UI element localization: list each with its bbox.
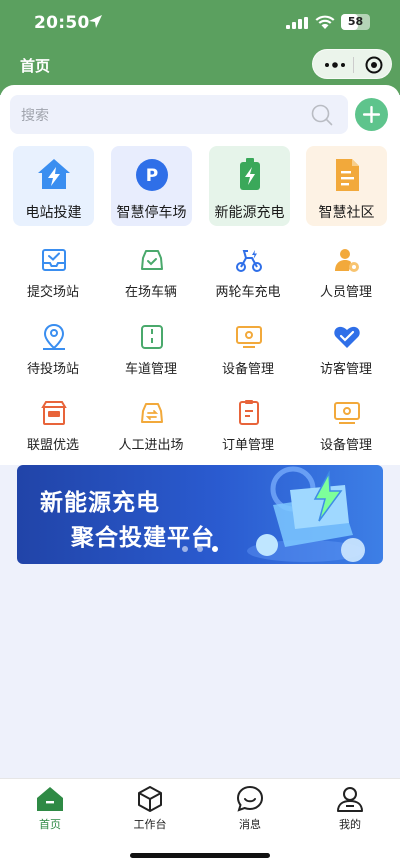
grid-label: 两轮车充电 [215,285,281,300]
location-arrow-icon [89,15,102,28]
tab-messages[interactable]: 消息 [200,779,300,839]
plus-icon [363,106,380,123]
order-icon [239,400,259,425]
featured-label: 智慧停车场 [116,205,187,221]
banner-page-dot[interactable] [197,546,203,552]
banner-illustration [247,466,365,562]
cellular-signal-icon [286,17,308,29]
tab-label: 首页 [39,818,61,831]
grid-label: 待投场站 [26,362,79,377]
battery-charge-icon [240,158,260,190]
tab-home[interactable]: 首页 [0,779,100,839]
status-time: 20:50 [34,13,90,33]
grid-item-submit-station[interactable]: 提交场站 [4,246,102,308]
screen: { "status_bar": {"time": "20:50", "batte… [0,0,400,865]
search-placeholder: 搜索 [21,108,49,124]
grid-label: 订单管理 [221,438,274,453]
grid-item-order-management[interactable]: 订单管理 [199,399,297,461]
tab-label: 我的 [339,818,361,831]
tab-label: 消息 [239,818,261,831]
inbox-check-icon [42,249,66,271]
ebike-icon [236,250,262,272]
featured-station-build[interactable]: 电站投建 [13,146,94,226]
wifi-icon [315,15,335,29]
grid-label: 车道管理 [124,362,177,377]
grid-label: 访客管理 [319,362,372,377]
grid-item-device-management-2[interactable]: 设备管理 [297,399,395,461]
featured-label: 电站投建 [25,205,82,221]
mini-program-capsule [312,49,392,79]
user-gear-icon [335,249,359,272]
battery-indicator: 58 [341,14,370,30]
grid-item-alliance-picks[interactable]: 联盟优选 [4,399,102,461]
house-bolt-icon [38,159,70,189]
grid-item-manual-entry-exit[interactable]: 人工进出场 [102,399,200,461]
banner-page-dot[interactable] [182,546,188,552]
cube-icon [138,786,162,812]
parking-icon: P [136,159,168,191]
featured-smart-parking[interactable]: P 智慧停车场 [111,146,192,226]
featured-label: 新能源充电 [214,205,285,221]
home-indicator [130,853,270,858]
close-mini-program-icon[interactable] [365,56,383,74]
location-user-icon [43,323,65,350]
featured-ev-charging[interactable]: 新能源充电 [209,146,290,226]
search-input[interactable]: 搜索 [10,95,348,134]
tab-profile[interactable]: 我的 [300,779,400,839]
grid-label: 人工进出场 [118,438,184,453]
svg-text:P: P [146,166,158,186]
car-swap-icon [141,403,163,423]
tab-workbench[interactable]: 工作台 [100,779,200,839]
banner-page-dot-active[interactable] [212,546,218,552]
grid-label: 提交场站 [26,285,79,300]
featured-smart-community[interactable]: 智慧社区 [306,146,387,226]
grid-item-lane-management[interactable]: 车道管理 [102,323,200,385]
grid-label: 设备管理 [221,362,274,377]
status-bar: 20:50 58 [0,0,400,46]
capsule-divider [353,57,354,73]
battery-level-text: 58 [347,15,364,28]
banner-headline: 新能源充电 [40,490,160,516]
grid-item-device-management[interactable]: 设备管理 [199,323,297,385]
shop-icon [41,401,67,425]
chat-icon [236,785,264,812]
monitor-icon [236,326,262,348]
grid-item-pending-stations[interactable]: 待投场站 [4,323,102,385]
grid-label: 人员管理 [319,285,372,300]
grid-label: 联盟优选 [26,438,79,453]
grid-label: 在场车辆 [124,285,177,300]
grid-item-visitor-management[interactable]: 访客管理 [297,323,395,385]
grid-item-personnel[interactable]: 人员管理 [297,246,395,308]
more-icon[interactable] [323,56,347,74]
banner-subheadline: 聚合投建平台 [71,525,215,551]
document-icon [336,159,359,191]
car-check-icon [141,250,163,270]
handshake-icon [334,326,360,348]
page-title: 首页 [20,57,51,75]
add-button[interactable] [355,98,388,131]
search-icon[interactable] [311,104,333,126]
tab-bar: 首页 工作台 消息 我的 [0,778,400,865]
profile-icon [337,787,363,812]
grid-label: 设备管理 [319,438,372,453]
featured-label: 智慧社区 [318,205,375,221]
device-gear-icon [334,402,360,424]
home-icon [37,787,63,811]
grid-item-ebike-charging[interactable]: 两轮车充电 [199,246,297,308]
lane-icon [141,325,163,349]
tab-label: 工作台 [133,818,167,831]
grid-item-vehicles-on-site[interactable]: 在场车辆 [102,246,200,308]
